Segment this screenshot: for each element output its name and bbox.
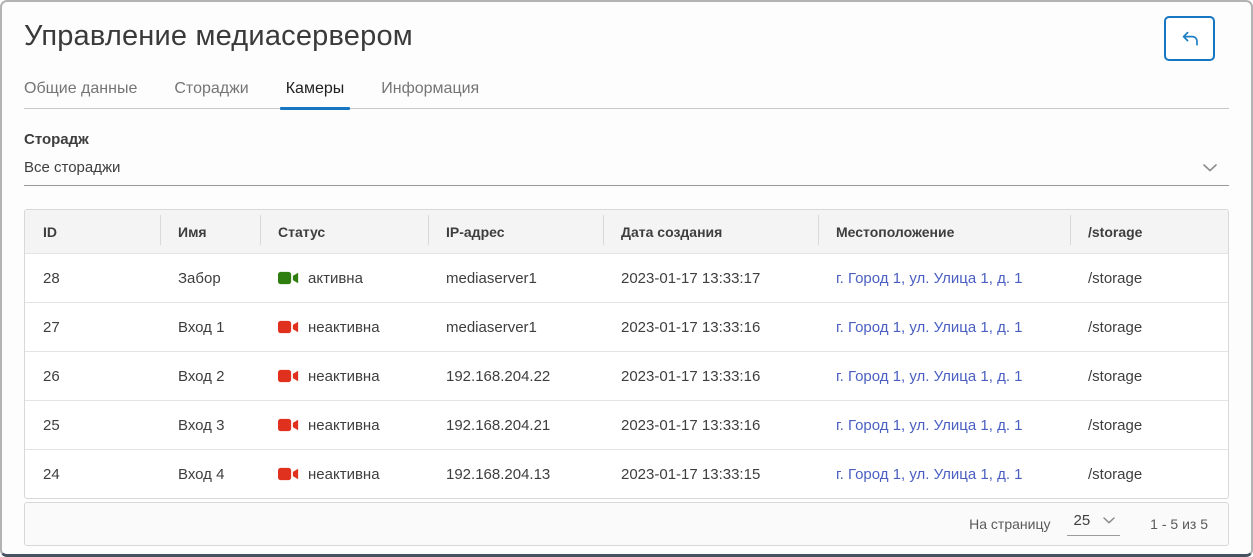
cell-name: Вход 2	[160, 352, 260, 400]
cell-name: Забор	[160, 254, 260, 302]
table-footer: На страницу 25 1 - 5 из 5	[24, 502, 1229, 546]
cell-storage: /storage	[1070, 254, 1228, 302]
cell-location: г. Город 1, ул. Улица 1, д. 1	[818, 401, 1070, 449]
cell-created: 2023-01-17 13:33:17	[603, 254, 818, 302]
table-row: 28 Забор активна mediaserver1 2023-01-17…	[25, 253, 1228, 302]
cell-status: неактивна	[260, 352, 428, 400]
cell-created: 2023-01-17 13:33:16	[603, 401, 818, 449]
tab-information[interactable]: Информация	[381, 80, 479, 108]
table-row: 25 Вход 3 неактивна 192.168.204.21 2023-…	[25, 400, 1228, 449]
back-button[interactable]	[1164, 16, 1215, 61]
cell-ip: mediaserver1	[428, 303, 603, 351]
status-label: неактивна	[308, 368, 380, 385]
cell-name: Вход 4	[160, 450, 260, 498]
storage-filter: Сторадж Все стораджи	[24, 131, 1229, 186]
video-camera-icon	[278, 418, 299, 432]
cell-location: г. Город 1, ул. Улица 1, д. 1	[818, 450, 1070, 498]
cell-created: 2023-01-17 13:33:16	[603, 303, 818, 351]
column-header-storage: /storage	[1070, 210, 1228, 253]
status-label: неактивна	[308, 417, 380, 434]
cell-storage: /storage	[1070, 401, 1228, 449]
cell-ip: mediaserver1	[428, 254, 603, 302]
column-header-ip: IP-адрес	[428, 210, 603, 253]
cell-ip: 192.168.204.22	[428, 352, 603, 400]
table-body: 28 Забор активна mediaserver1 2023-01-17…	[25, 253, 1228, 498]
cell-status: активна	[260, 254, 428, 302]
storage-filter-select[interactable]: Все стораджи	[24, 159, 1229, 186]
table-row: 24 Вход 4 неактивна 192.168.204.13 2023-…	[25, 449, 1228, 498]
column-header-name: Имя	[160, 210, 260, 253]
column-header-status: Статус	[260, 210, 428, 253]
cell-storage: /storage	[1070, 450, 1228, 498]
location-link[interactable]: г. Город 1, ул. Улица 1, д. 1	[836, 270, 1023, 287]
table-header-row: ID Имя Статус IP-адрес Дата создания Мес…	[25, 210, 1228, 253]
video-camera-icon	[278, 271, 299, 285]
cell-id: 26	[25, 352, 160, 400]
cell-created: 2023-01-17 13:33:16	[603, 352, 818, 400]
cell-status: неактивна	[260, 401, 428, 449]
location-link[interactable]: г. Город 1, ул. Улица 1, д. 1	[836, 417, 1023, 434]
table-row: 26 Вход 2 неактивна 192.168.204.22 2023-…	[25, 351, 1228, 400]
cell-location: г. Город 1, ул. Улица 1, д. 1	[818, 303, 1070, 351]
cell-id: 24	[25, 450, 160, 498]
video-camera-icon	[278, 320, 299, 334]
page-title: Управление медиасервером	[24, 20, 1229, 53]
cell-storage: /storage	[1070, 303, 1228, 351]
location-link[interactable]: г. Город 1, ул. Улица 1, д. 1	[836, 319, 1023, 336]
cell-ip: 192.168.204.21	[428, 401, 603, 449]
cameras-table: ID Имя Статус IP-адрес Дата создания Мес…	[24, 209, 1229, 499]
cell-ip: 192.168.204.13	[428, 450, 603, 498]
undo-arrow-icon	[1179, 28, 1201, 50]
cell-name: Вход 3	[160, 401, 260, 449]
per-page-label: На страницу	[969, 516, 1050, 532]
status-label: неактивна	[308, 319, 380, 336]
tab-bar: Общие данные Стораджи Камеры Информация	[24, 80, 1229, 109]
column-header-created: Дата создания	[603, 210, 818, 253]
chevron-down-icon	[1203, 164, 1217, 172]
location-link[interactable]: г. Город 1, ул. Улица 1, д. 1	[836, 368, 1023, 385]
location-link[interactable]: г. Город 1, ул. Улица 1, д. 1	[836, 466, 1023, 483]
app-window: Управление медиасервером Общие данные Ст…	[0, 0, 1253, 557]
tab-general-data[interactable]: Общие данные	[24, 80, 137, 108]
cell-id: 28	[25, 254, 160, 302]
column-header-id: ID	[25, 210, 160, 253]
cell-status: неактивна	[260, 303, 428, 351]
table-row: 27 Вход 1 неактивна mediaserver1 2023-01…	[25, 302, 1228, 351]
per-page-select[interactable]: 25	[1067, 512, 1120, 536]
storage-filter-value: Все стораджи	[24, 159, 120, 176]
cell-status: неактивна	[260, 450, 428, 498]
status-label: активна	[308, 270, 363, 287]
chevron-down-icon	[1103, 517, 1115, 524]
per-page-value: 25	[1073, 512, 1090, 529]
cell-id: 25	[25, 401, 160, 449]
video-camera-icon	[278, 369, 299, 383]
cell-storage: /storage	[1070, 352, 1228, 400]
tab-storages[interactable]: Стораджи	[174, 80, 248, 108]
cell-location: г. Город 1, ул. Улица 1, д. 1	[818, 352, 1070, 400]
cell-id: 27	[25, 303, 160, 351]
cell-created: 2023-01-17 13:33:15	[603, 450, 818, 498]
cell-name: Вход 1	[160, 303, 260, 351]
tab-cameras[interactable]: Камеры	[286, 80, 345, 108]
column-header-location: Местоположение	[818, 210, 1070, 253]
storage-filter-label: Сторадж	[24, 131, 1229, 148]
pagination-range: 1 - 5 из 5	[1150, 516, 1208, 532]
cell-location: г. Город 1, ул. Улица 1, д. 1	[818, 254, 1070, 302]
status-label: неактивна	[308, 466, 380, 483]
video-camera-icon	[278, 467, 299, 481]
